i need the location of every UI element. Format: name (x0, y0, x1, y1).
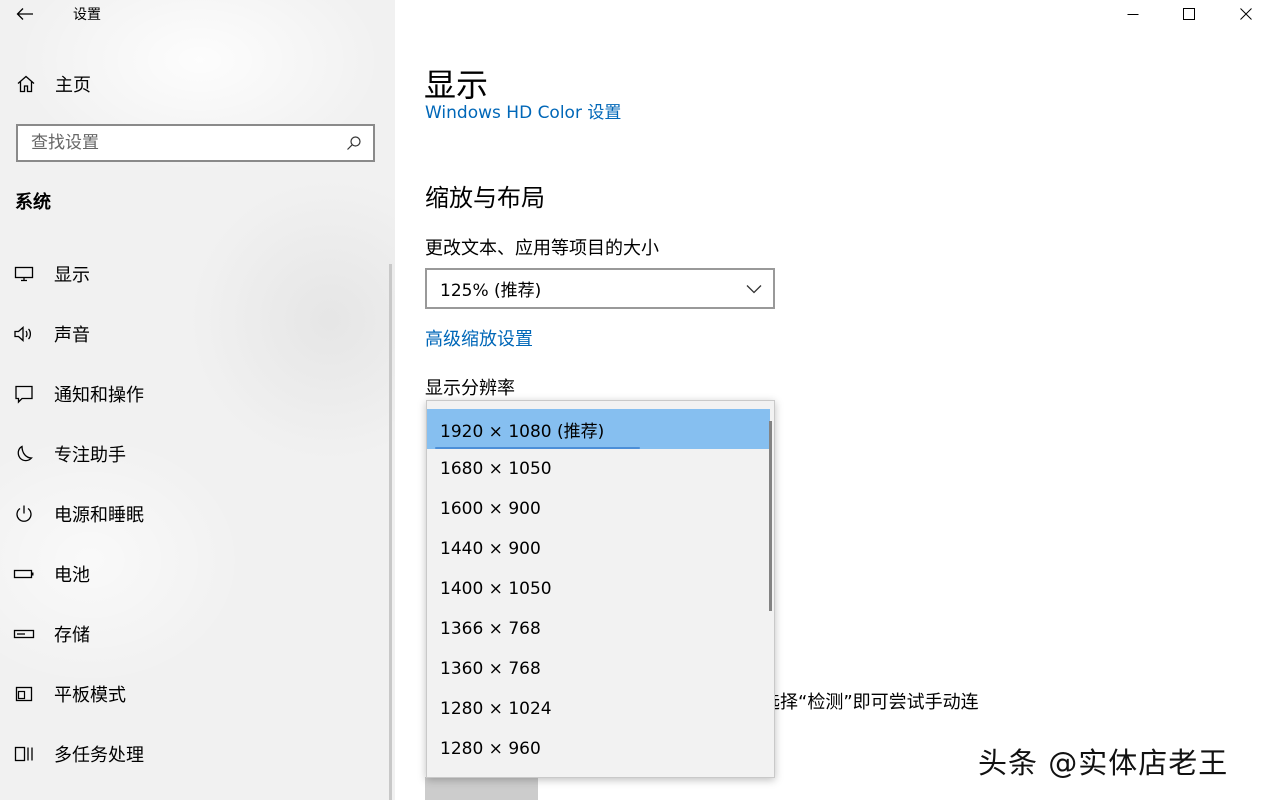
sidebar-item-label: 电源和睡眠 (54, 505, 144, 526)
detect-button-partial[interactable] (425, 777, 538, 800)
resolution-label: 显示分辨率 (425, 378, 515, 399)
resolution-option[interactable]: 1440 × 900 (427, 529, 774, 569)
sidebar-item-label: 平板模式 (54, 685, 126, 706)
scale-select-value: 125% (推荐) (440, 281, 542, 301)
text-size-label: 更改文本、应用等项目的大小 (425, 238, 659, 259)
search-input[interactable] (18, 133, 338, 153)
watermark: 头条 @实体店老王 (978, 746, 1229, 780)
resolution-option[interactable]: 1600 × 900 (427, 489, 774, 529)
resolution-dropdown-list[interactable]: 1920 × 1080 (推荐) 1680 × 1050 1600 × 900 … (426, 400, 775, 778)
close-button[interactable] (1218, 0, 1267, 28)
chevron-down-icon (745, 280, 763, 298)
minimize-button[interactable] (1105, 0, 1161, 28)
home-icon (16, 74, 36, 94)
resolution-option[interactable]: 1360 × 768 (427, 649, 774, 689)
notification-icon (13, 383, 35, 405)
sidebar-item-notifications[interactable]: 通知和操作 (0, 364, 390, 424)
sidebar-item-tablet-mode[interactable]: 平板模式 (0, 664, 390, 724)
search-icon[interactable] (345, 134, 363, 152)
scale-select[interactable]: 125% (推荐) (425, 268, 775, 309)
sidebar-item-focus-assist[interactable]: 专注助手 (0, 424, 390, 484)
search-box[interactable] (16, 124, 375, 162)
close-icon (1240, 8, 1252, 20)
sidebar-item-home-label: 主页 (55, 75, 91, 96)
tablet-icon (13, 683, 35, 705)
battery-icon (13, 563, 35, 585)
sidebar-item-storage[interactable]: 存储 (0, 604, 390, 664)
resolution-option[interactable]: 1920 × 1080 (推荐) (427, 409, 770, 449)
multitask-icon (13, 743, 35, 765)
sidebar-item-label: 多任务处理 (54, 745, 144, 766)
resolution-option[interactable]: 1400 × 1050 (427, 569, 774, 609)
windows-hd-color-link-text: Windows HD Color 设置 (425, 104, 622, 122)
sidebar-item-multitasking[interactable]: 多任务处理 (0, 724, 390, 784)
windows-hd-color-link[interactable]: Windows HD Color 设置 (425, 104, 621, 122)
resolution-option[interactable]: 1280 × 1024 (427, 689, 774, 729)
speaker-icon (13, 323, 35, 345)
back-arrow-icon (16, 8, 33, 20)
sidebar-item-battery[interactable]: 电池 (0, 544, 390, 604)
advanced-scaling-link[interactable]: 高级缩放设置 (425, 325, 533, 351)
sidebar-item-home[interactable]: 主页 (0, 64, 395, 104)
sidebar: 设置 主页 系统 显示 声音 通知和操作 (0, 0, 395, 800)
sidebar-item-label: 专注助手 (54, 445, 126, 466)
monitor-icon (13, 263, 35, 285)
maximize-icon (1183, 8, 1195, 20)
storage-icon (13, 623, 35, 645)
section-title: 系统 (15, 192, 51, 213)
maximize-button[interactable] (1161, 0, 1217, 28)
minimize-icon (1127, 14, 1139, 15)
sidebar-item-label: 显示 (54, 265, 90, 286)
sidebar-item-label: 存储 (54, 625, 90, 646)
scale-layout-heading: 缩放与布局 (425, 184, 545, 212)
sidebar-item-display[interactable]: 显示 (0, 244, 390, 304)
sidebar-scrollbar[interactable] (389, 264, 392, 800)
resolution-option[interactable]: 1366 × 768 (427, 609, 774, 649)
app-title: 设置 (73, 7, 101, 23)
sidebar-item-label: 电池 (54, 565, 90, 586)
back-button[interactable] (10, 0, 40, 28)
sidebar-item-sound[interactable]: 声音 (0, 304, 390, 364)
page-title: 显示 (424, 66, 489, 104)
sidebar-item-power-sleep[interactable]: 电源和睡眠 (0, 484, 390, 544)
sidebar-nav: 显示 声音 通知和操作 专注助手 电源和睡眠 电池 存储 平板模式 多任务处理 (0, 244, 390, 784)
sidebar-item-label: 通知和操作 (54, 385, 144, 406)
power-icon (13, 503, 35, 525)
resolution-option[interactable]: 1280 × 960 (427, 729, 774, 769)
detect-hint-text: 选择“检测”即可尝试手动连 (762, 692, 979, 713)
moon-icon (13, 443, 35, 465)
resolution-option[interactable]: 1680 × 1050 (427, 449, 774, 489)
dropdown-scrollbar[interactable] (769, 421, 772, 611)
sidebar-item-label: 声音 (54, 325, 90, 346)
